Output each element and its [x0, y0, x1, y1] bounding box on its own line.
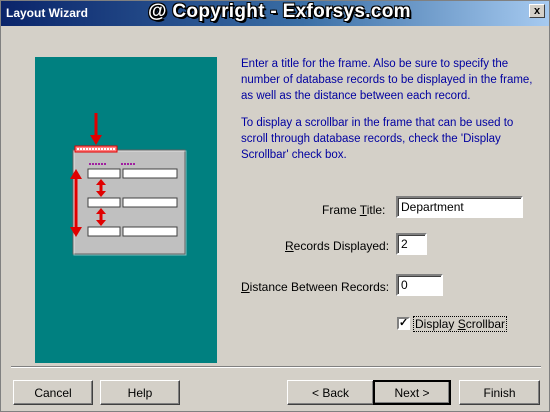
next-button[interactable]: Next > — [373, 380, 451, 405]
title-bar: Layout Wizard @ Copyright - Exforsys.com… — [1, 1, 549, 26]
cancel-button[interactable]: Cancel — [13, 380, 93, 405]
instructions-panel: Enter a title for the frame. Also be sur… — [241, 56, 533, 174]
frame-title-input[interactable] — [396, 196, 523, 218]
display-scrollbar-checkbox[interactable]: ✓ — [397, 317, 410, 330]
checkmark-icon: ✓ — [399, 317, 409, 329]
distance-between-records-input[interactable] — [396, 274, 443, 296]
frame-title-label: Frame Title: — [322, 203, 386, 217]
instructions-paragraph-2: To display a scrollbar in the frame that… — [241, 117, 514, 161]
close-icon: x — [533, 5, 541, 17]
help-button[interactable]: Help — [100, 380, 180, 405]
display-scrollbar-label[interactable]: Display Scrollbar — [413, 316, 508, 332]
layout-wizard-dialog: Layout Wizard @ Copyright - Exforsys.com… — [0, 0, 550, 412]
back-button[interactable]: < Back — [287, 380, 374, 405]
distance-between-records-label: Distance Between Records: — [241, 280, 390, 294]
finish-button[interactable]: Finish — [459, 380, 540, 405]
frame-diagram-icon — [70, 113, 187, 256]
records-displayed-input[interactable] — [396, 233, 427, 255]
close-button[interactable]: x — [529, 4, 545, 18]
instructions-paragraph-1: Enter a title for the frame. Also be sur… — [241, 58, 533, 102]
window-title: Layout Wizard — [6, 6, 88, 20]
frame-layout-illustration — [35, 57, 217, 363]
records-displayed-label: Records Displayed: — [285, 239, 390, 253]
button-separator — [11, 366, 541, 368]
copyright-watermark: @ Copyright - Exforsys.com — [148, 1, 411, 22]
